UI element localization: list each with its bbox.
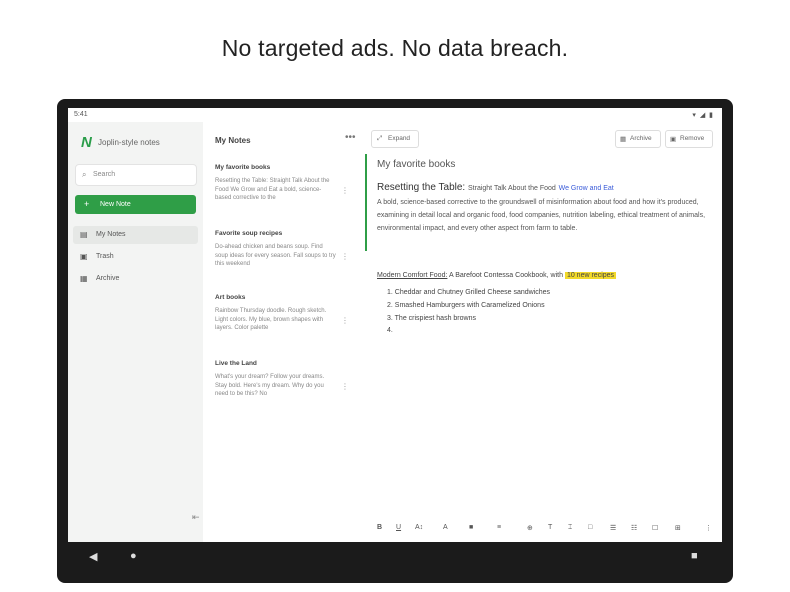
search-input[interactable]: ⌕ Search	[75, 164, 197, 186]
remove-button[interactable]: ▣ Remove	[665, 130, 713, 148]
more-icon[interactable]: ⋮	[705, 524, 712, 532]
numbered-list-icon[interactable]: ☷	[631, 524, 637, 532]
note-card-preview: Rainbow Thursday doodle. Rough sketch. L…	[215, 308, 327, 331]
highlight-icon[interactable]: ■	[469, 524, 473, 531]
checkbox-icon[interactable]: ☐	[652, 524, 658, 532]
note-title[interactable]: My favorite books	[377, 159, 455, 170]
bold-icon[interactable]: B	[377, 524, 382, 531]
note-heading: Resetting the Table: Straight Talk About…	[377, 182, 614, 193]
list-item: 2. Smashed Hamburgers with Caramelized O…	[387, 301, 545, 309]
comfort-text: A Barefoot Contessa Cookbook, with	[448, 272, 563, 279]
note-menu-icon[interactable]: ⋮	[341, 252, 349, 261]
text-style-icon[interactable]: T	[548, 524, 552, 531]
note-menu-icon[interactable]: ⋮	[341, 382, 349, 391]
note-card-title: Live the Land	[215, 360, 257, 367]
back-icon[interactable]: ◀	[89, 550, 97, 563]
clear-format-icon[interactable]: ⌶	[568, 524, 572, 532]
note-card[interactable]: My favorite books Resetting the Table: S…	[209, 164, 359, 203]
note-card[interactable]: Art books Rainbow Thursday doodle. Rough…	[209, 294, 359, 333]
ordered-list: 1. Cheddar and Chutney Grilled Cheese sa…	[387, 287, 550, 338]
sidebar-item-label: Trash	[96, 253, 114, 260]
note-card-title: My favorite books	[215, 164, 271, 171]
list-item: 1. Cheddar and Chutney Grilled Cheese sa…	[387, 289, 551, 296]
heading-subtitle: Straight Talk About the Food	[468, 185, 556, 192]
selection-accent-bar	[365, 154, 367, 251]
archive-icon: ▦	[620, 136, 627, 143]
comfort-line: Modern Comfort Food: A Barefoot Contessa…	[377, 272, 617, 279]
new-note-button[interactable]: + New Note	[75, 195, 196, 214]
heading-text: Resetting the Table:	[377, 182, 466, 193]
note-card[interactable]: Favorite soup recipes Do-ahead chicken a…	[209, 230, 359, 269]
text-color-icon[interactable]: A	[443, 524, 448, 531]
note-card-title: Favorite soup recipes	[215, 230, 283, 237]
app-screen: 5:41 ▾ ◢ ▮ N Joplin-style notes ⌕ Search…	[68, 108, 722, 542]
tablet-frame: 5:41 ▾ ◢ ▮ N Joplin-style notes ⌕ Search…	[57, 99, 733, 583]
home-icon[interactable]: ●	[130, 550, 137, 562]
app-name: Joplin-style notes	[98, 138, 160, 147]
remove-icon: ▣	[670, 136, 677, 143]
expand-icon: ⤢	[377, 135, 383, 142]
sidebar-item-label: Archive	[96, 275, 120, 282]
note-editor: ⤢ Expand ▦ Archive ▣ Remove My favorite …	[363, 122, 722, 542]
search-placeholder: Search	[93, 171, 116, 178]
highlighted-text: 10 new recipes	[564, 272, 617, 279]
note-card-preview: Do-ahead chicken and beans soup. Find so…	[215, 244, 336, 267]
format-toolbar: B U A↕ A ■ ≡ ⊕ T ⌶ □ ☰ ☷ ☐ ⊞ ⋮	[363, 520, 722, 538]
headline: No targeted ads. No data breach.	[221, 35, 569, 61]
notes-list-title: My Notes	[215, 136, 251, 145]
heading-link[interactable]: We Grow and Eat	[559, 185, 614, 192]
app-logo-icon: N	[81, 134, 92, 151]
notes-list: My Notes ••• My favorite books Resetting…	[203, 122, 363, 542]
system-nav-bar: ◀ ● ■	[57, 542, 733, 572]
note-paragraph: A bold, science-based corrective to the …	[377, 199, 706, 232]
archive-icon: ▦	[80, 274, 88, 283]
sidebar-item-archive[interactable]: ▦ Archive	[73, 270, 198, 288]
recents-icon[interactable]: ■	[691, 550, 698, 562]
image-icon[interactable]: □	[588, 524, 592, 531]
comfort-link[interactable]: Modern Comfort Food:	[377, 272, 447, 279]
expand-label: Expand	[388, 135, 411, 142]
note-card-preview: What's your dream? Follow your dreams. S…	[215, 374, 325, 397]
note-card-title: Art books	[215, 294, 246, 301]
status-bar: 5:41 ▾ ◢ ▮	[68, 108, 722, 122]
remove-label: Remove	[680, 135, 705, 142]
expand-button[interactable]: ⤢ Expand	[371, 130, 419, 148]
sidebar-item-trash[interactable]: ▣ Trash	[73, 248, 198, 266]
status-icons: ▾ ◢ ▮	[692, 112, 714, 119]
list-item: 4.	[387, 327, 393, 335]
sidebar-item-my-notes[interactable]: ▤ My Notes	[73, 226, 198, 244]
archive-label: Archive	[630, 135, 652, 142]
font-size-icon[interactable]: A↕	[415, 524, 423, 531]
note-menu-icon[interactable]: ⋮	[341, 316, 349, 325]
note-card-preview: Resetting the Table: Straight Talk About…	[215, 178, 330, 201]
note-card[interactable]: Live the Land What's your dream? Follow …	[209, 360, 359, 399]
search-icon: ⌕	[82, 170, 87, 179]
note-menu-icon[interactable]: ⋮	[341, 186, 349, 195]
archive-button[interactable]: ▦ Archive	[615, 130, 661, 148]
link-icon[interactable]: ⊕	[527, 524, 533, 532]
align-icon[interactable]: ≡	[497, 524, 501, 531]
table-icon[interactable]: ⊞	[675, 524, 681, 532]
trash-icon: ▣	[80, 252, 88, 261]
underline-icon[interactable]: U	[396, 524, 401, 531]
status-time: 5:41	[74, 111, 88, 118]
sidebar: N Joplin-style notes ⌕ Search + New Note…	[68, 122, 203, 542]
list-item: 3. The crispiest hash browns	[387, 314, 476, 322]
collapse-sidebar-icon[interactable]: ⇤	[192, 512, 200, 523]
new-note-label: New Note	[100, 201, 131, 208]
sidebar-item-label: My Notes	[96, 231, 126, 238]
more-options-icon[interactable]: •••	[345, 132, 356, 143]
bullet-list-icon[interactable]: ☰	[610, 524, 616, 532]
notes-icon: ▤	[80, 230, 88, 239]
plus-icon: +	[84, 199, 90, 209]
